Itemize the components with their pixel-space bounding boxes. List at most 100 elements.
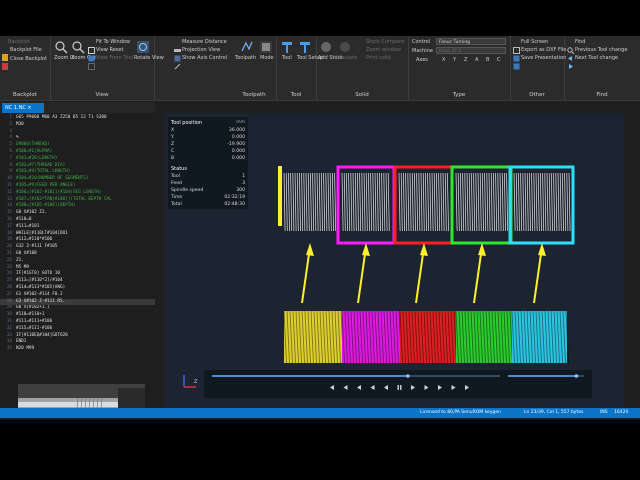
save-presentation-button[interactable]: Save Presentation <box>521 55 566 61</box>
group-label-solid: Solid <box>355 92 369 98</box>
code-line[interactable]: 11 #105=#9(FEED PER ANGLE) <box>0 183 155 190</box>
line-code: END1 <box>16 339 27 345</box>
code-line[interactable]: 3 <box>0 129 155 136</box>
code-line[interactable]: 2 M30 <box>0 122 155 129</box>
toolpath-button[interactable]: Toolpath <box>235 55 256 61</box>
code-line[interactable]: 17 #111=#101 <box>0 224 155 231</box>
code-line[interactable]: 30 #110=#110+1 <box>0 312 155 319</box>
code-line[interactable]: 35 N20 M99 <box>0 346 155 353</box>
play-back-button[interactable] <box>384 385 388 390</box>
code-line[interactable]: 16 #110=0 <box>0 217 155 224</box>
forward-button[interactable] <box>424 385 429 390</box>
find-button[interactable]: Find <box>575 39 585 45</box>
code-line[interactable]: 29 G0 X[#102+1.] <box>0 305 155 312</box>
code-line[interactable]: 7 #101=#26(LENGTH) <box>0 156 155 163</box>
code-line[interactable]: 25 #113=[#110*2]/#104 <box>0 278 155 285</box>
code-line[interactable]: 33 IF[#110EQ#104]GOTO20 <box>0 333 155 340</box>
line-code: O9000(THREAD) <box>16 142 50 148</box>
line-number: 33 <box>6 332 12 338</box>
play-button[interactable] <box>411 385 415 390</box>
step-back-tool-button[interactable] <box>343 385 348 390</box>
tab-nc1[interactable]: NC 1.NC × <box>2 103 44 113</box>
step-back-button[interactable] <box>357 385 361 390</box>
code-line[interactable]: 8 #102=#7(THREAD DIA) <box>0 163 155 170</box>
axis-c-toggle[interactable]: C <box>497 57 501 63</box>
control-select[interactable]: Fanuc Turning <box>436 38 506 45</box>
axis-b-toggle[interactable]: B <box>486 57 489 63</box>
show-axis-control-button[interactable]: Show Axis Control <box>182 55 227 61</box>
code-line[interactable]: 19 #112=#110*#106 <box>0 237 155 244</box>
code-line[interactable]: 12 #106=[#102-#101]/#104(SEG LENGTH) <box>0 190 155 197</box>
close-backplot-button[interactable]: Close Backplot <box>10 56 47 62</box>
view-reset-button[interactable]: View Reset <box>96 47 123 53</box>
line-code: #106=[#102-#101]/#104(SEG LENGTH) <box>16 189 102 195</box>
line-code: #113=[#110*2]/#104 <box>16 278 63 284</box>
code-line[interactable]: 32 #115=#111-#106 <box>0 326 155 333</box>
ribbon-group-toolpath: Toolpath Mode Toolpath <box>232 36 277 100</box>
code-line[interactable]: 23 M5 M9 <box>0 265 155 272</box>
code-line[interactable]: 1 G65 P9000 M60 A3 Z250 D5 I2 T1 S300 <box>0 115 155 122</box>
step-forward-tool-button[interactable] <box>451 385 456 390</box>
line-number: 1 <box>9 115 12 120</box>
code-line[interactable]: 20 G32 Z-#111 F#105 <box>0 244 155 251</box>
code-line[interactable]: 18 WHILE[#110LT#104]DO1 <box>0 231 155 238</box>
code-line[interactable]: 15 G0 X#102 Z1. <box>0 210 155 217</box>
axis-x-toggle[interactable]: X <box>442 57 445 63</box>
export-dxf-button[interactable]: Export as DXF File <box>521 47 566 53</box>
pause-button[interactable] <box>397 385 399 390</box>
code-line[interactable]: 27 G1 X#102-#114 F0.2 <box>0 292 155 299</box>
code-line[interactable]: 21 G0 X#108 <box>0 251 155 258</box>
measure-distance-button[interactable]: Measure Distance <box>182 39 227 45</box>
line-code: G1 X#102-#114 F0.2 <box>16 291 63 297</box>
mode-button[interactable]: Mode <box>260 55 274 61</box>
ribbon-group-measure: Measure Distance Projection View Show Ax… <box>154 36 232 100</box>
go-start-button[interactable] <box>330 385 334 390</box>
simulate-button[interactable]: Simulate <box>335 55 357 61</box>
progress-thumb[interactable] <box>406 374 410 378</box>
next-tool-change-button[interactable]: Next Tool change <box>575 55 618 61</box>
ribbon-group-solid: Add Stock Simulate Stock Compare Zoom wi… <box>316 36 409 100</box>
nc-code-editor[interactable]: 35 N20 M99 34 END1 33 IF[#110EQ#104]GOTO20 32 #… <box>0 113 155 408</box>
line-number: 15 <box>6 210 12 216</box>
code-line[interactable]: 28 G3 X#102 Z-#111 R5. <box>0 298 155 306</box>
speed-thumb[interactable] <box>574 374 579 378</box>
machine-select[interactable]: Haas ST-1 <box>436 47 506 54</box>
insert-mode: INS <box>600 410 608 415</box>
cimco-editor-window: Backplot Backplot File Close Backplot Ba… <box>0 36 640 434</box>
line-number: 28 <box>6 298 12 304</box>
backplot-file-button[interactable]: Backplot File <box>10 47 42 53</box>
code-line[interactable]: 26 #114=#113*#105(ANG) <box>0 285 155 292</box>
code-line[interactable]: 34 END1 <box>0 339 155 346</box>
axis-y-toggle[interactable]: Y <box>453 57 456 63</box>
code-line[interactable]: 6 #100=#1(ALPHA) <box>0 149 155 156</box>
projection-view-button[interactable]: Projection View <box>182 47 220 53</box>
go-end-button[interactable] <box>465 385 469 390</box>
full-screen-button[interactable]: Full Screen <box>521 39 548 45</box>
code-line[interactable]: 31 #111=#111+#106 <box>0 319 155 326</box>
toolpath-segment <box>513 172 571 232</box>
code-line[interactable]: 24 IF[#1GT0] GOTO 10 <box>0 271 155 278</box>
fit-to-window-button[interactable]: Fit To Window <box>96 39 130 45</box>
pause-button-bar[interactable] <box>400 385 402 390</box>
backplot-viewport[interactable]: Tool position mm X 36.000 Y 0.000 Z -19.900… <box>164 113 624 434</box>
axis-a-toggle[interactable]: A <box>475 57 478 63</box>
code-line[interactable]: 5 O9000(THREAD) <box>0 142 155 149</box>
code-line[interactable]: 10 #104=#20(NUMBER OF SEGMENTS) <box>0 176 155 183</box>
print-solid-button[interactable]: Print solid <box>366 55 391 61</box>
code-line[interactable]: 4% <box>0 135 155 142</box>
view-from-tool-button[interactable]: View From Tool <box>96 55 133 61</box>
code-line[interactable]: 9 #103=#4(TOTAL LENGTH) <box>0 169 155 176</box>
step-forward-button[interactable] <box>438 385 442 390</box>
tool-button[interactable]: Tool <box>282 55 292 61</box>
zoom-window-button[interactable]: Zoom window <box>366 47 401 53</box>
previous-tool-change-button[interactable]: Previous Tool change <box>575 47 627 53</box>
stock-compare-button[interactable]: Stock Compare <box>366 39 404 45</box>
axis-z-toggle[interactable]: Z <box>464 57 467 63</box>
cursor-position: Ln 23/39, Col 1, 557 bytes <box>524 410 584 415</box>
code-line[interactable]: 22 Z1. <box>0 258 155 265</box>
line-code: #101=#26(LENGTH) <box>16 155 58 161</box>
line-code: G3 X#102 Z-#111 R5. <box>16 298 66 304</box>
code-line[interactable]: 13 #107=[#103*TAN[#100]](TOTAL DEPTH CAL <box>0 197 155 204</box>
code-line[interactable]: 14 #108=[#105-#106](DEPTH) <box>0 203 155 210</box>
rewind-button[interactable] <box>370 385 375 390</box>
